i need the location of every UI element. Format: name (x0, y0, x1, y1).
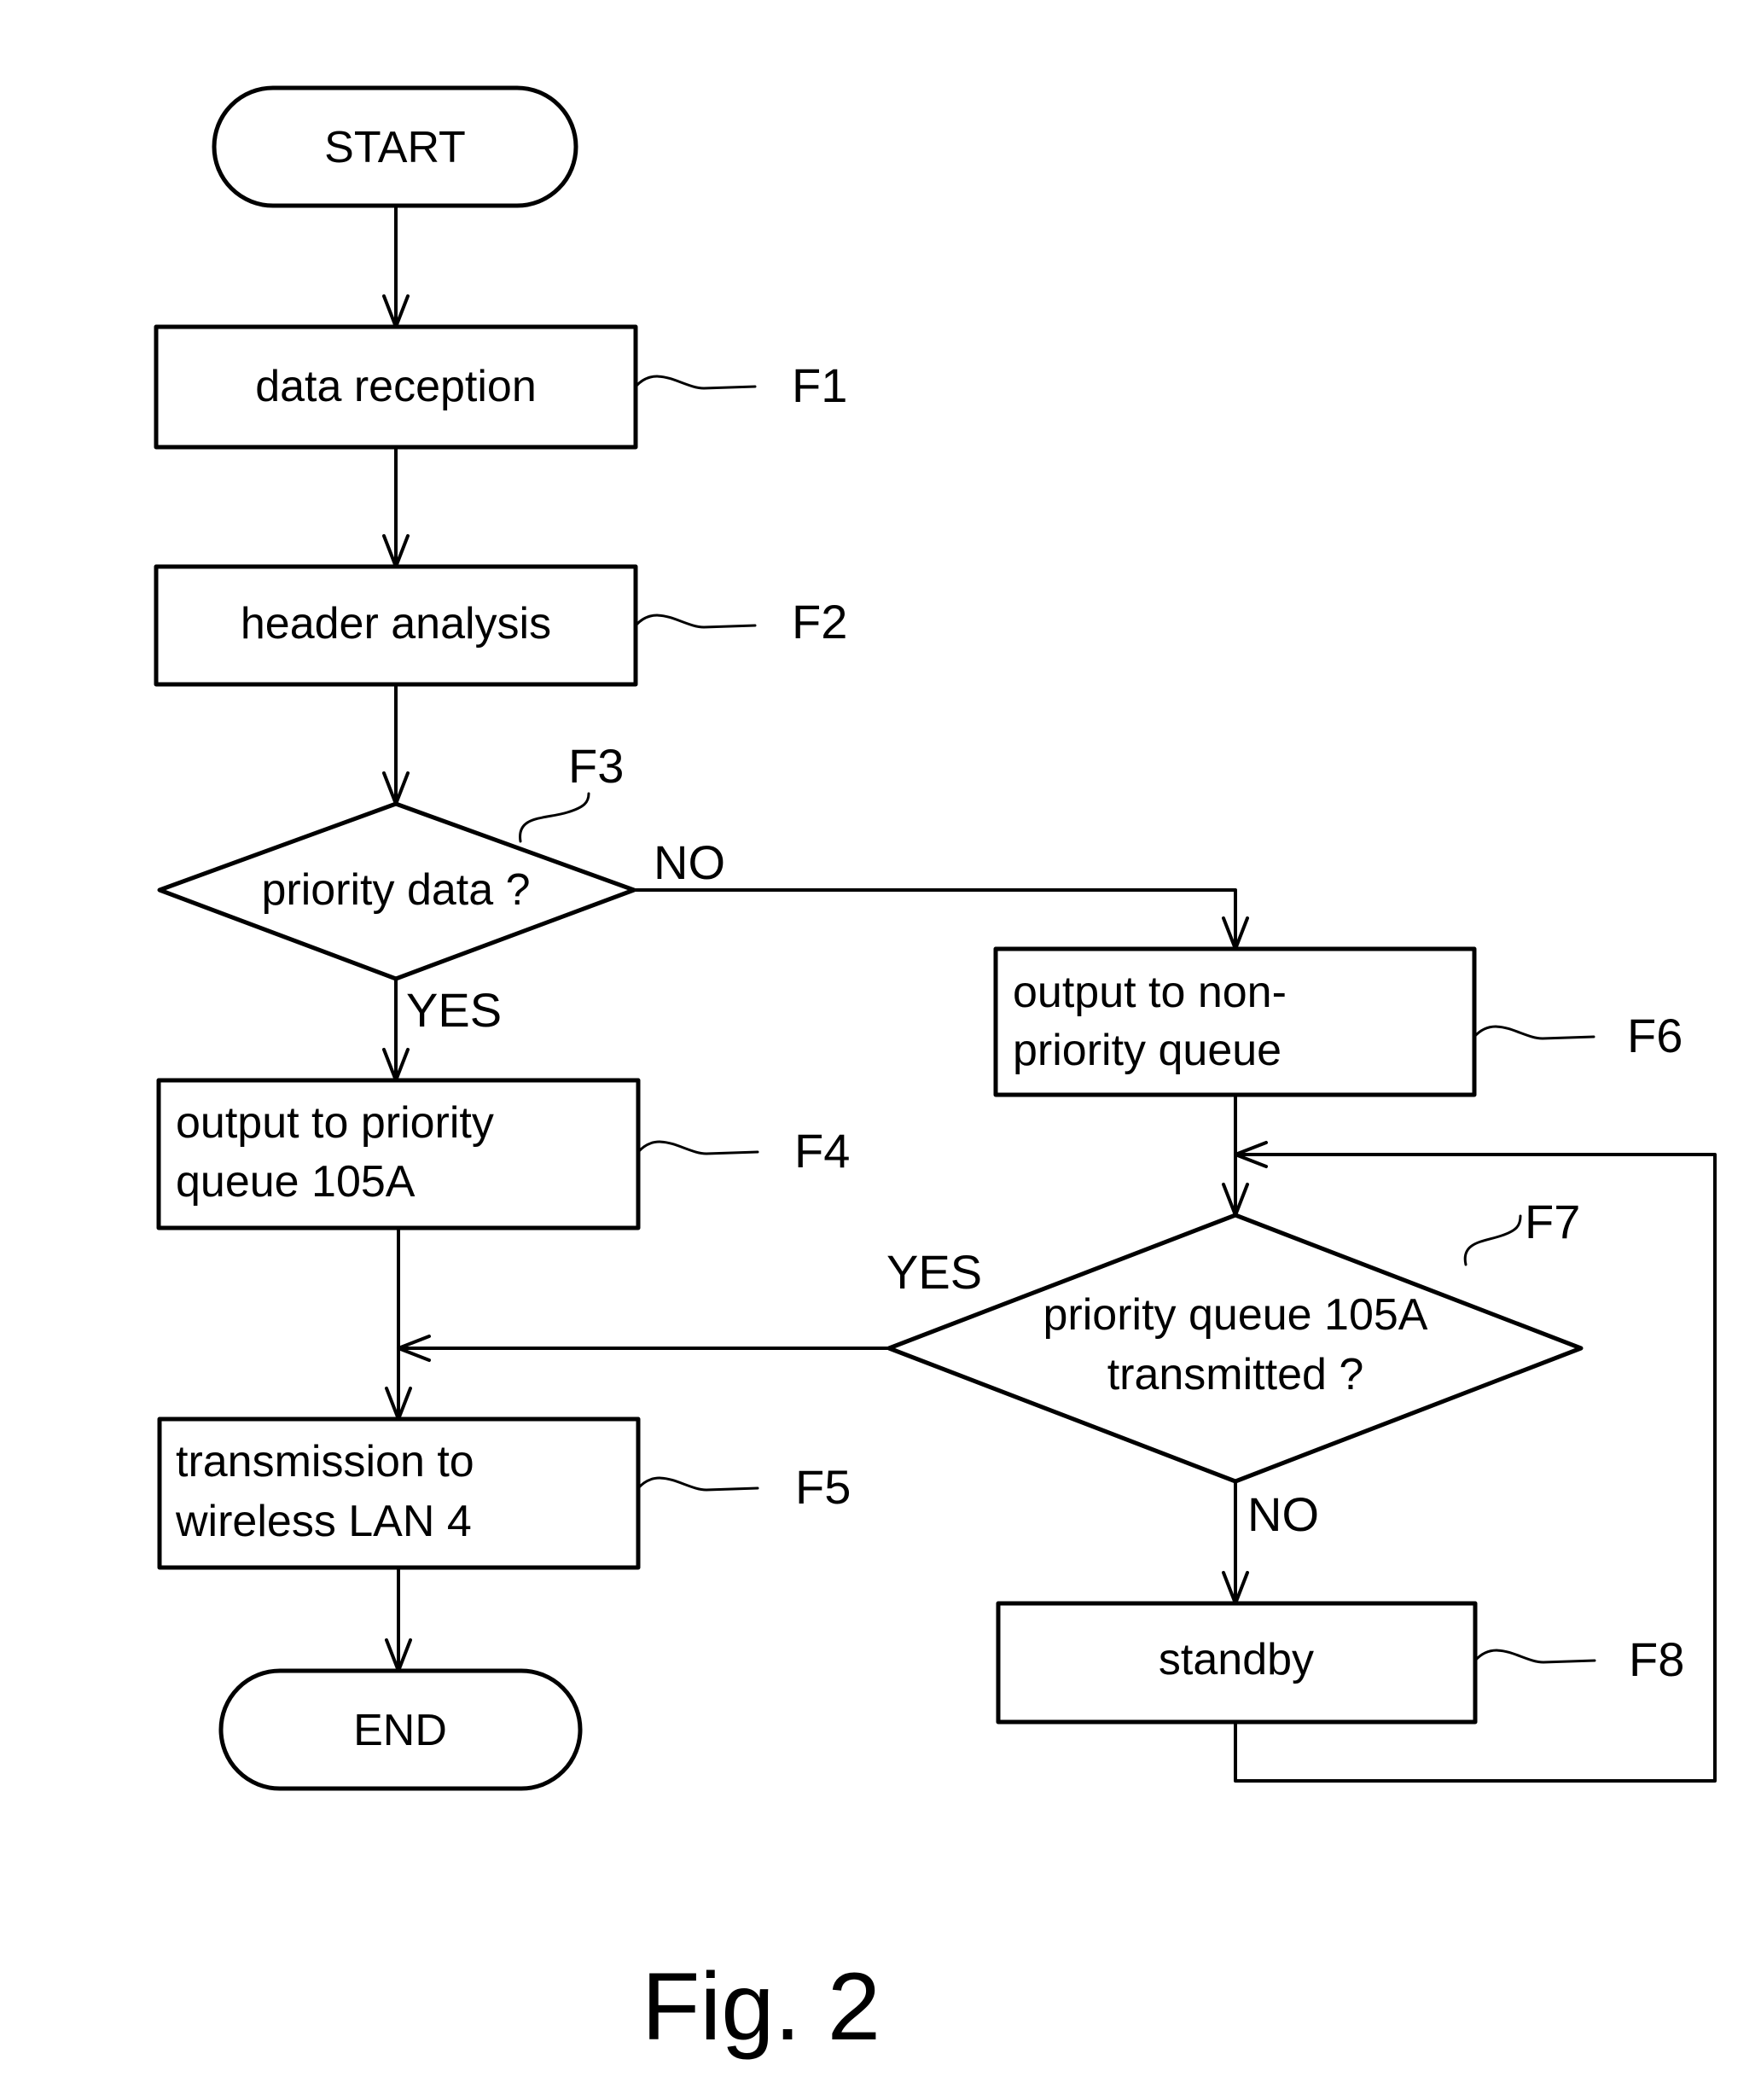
connector-f3-f6 (632, 888, 1237, 951)
ref-f4: F4 (794, 1124, 850, 1178)
ref-f8: F8 (1629, 1632, 1684, 1686)
f7-no-label: NO (1247, 1487, 1319, 1541)
step-f4-text-line1: output to priority (176, 1098, 494, 1148)
leader-f6 (1473, 1025, 1595, 1040)
leader-f7 (1463, 1214, 1522, 1266)
leader-f3 (519, 792, 590, 843)
decision-f7-text-line2: transmitted ? (1107, 1350, 1364, 1399)
ref-f3: F3 (568, 739, 624, 793)
decision-f7-text-line1: priority queue 105A (1043, 1290, 1428, 1340)
flowchart: START END data reception header analysis… (154, 85, 1717, 2060)
ref-f2: F2 (792, 595, 847, 649)
step-f6-text-line2: priority queue (1013, 1026, 1282, 1075)
ref-f1: F1 (792, 358, 847, 412)
leader-f4 (636, 1140, 759, 1155)
start-label: START (324, 123, 466, 172)
ref-f6: F6 (1627, 1009, 1683, 1062)
decision-f3-text: priority data ? (261, 865, 530, 915)
step-f5-text-line2: wireless LAN 4 (175, 1497, 472, 1546)
f3-yes-label: YES (406, 983, 502, 1037)
leader-f2 (634, 614, 757, 629)
end-label: END (353, 1706, 447, 1755)
leader-f5 (636, 1476, 759, 1492)
leader-f8 (1473, 1649, 1596, 1664)
ref-f7: F7 (1525, 1195, 1580, 1248)
step-f5-text-line1: transmission to (176, 1437, 474, 1486)
decision-f7-diamond (886, 1213, 1584, 1484)
f3-no-label: NO (654, 835, 725, 889)
figure-caption: Fig. 2 (642, 1953, 880, 2060)
step-f6-text-line1: output to non- (1013, 968, 1287, 1017)
f7-yes-label: YES (886, 1245, 982, 1299)
ref-f5: F5 (795, 1460, 851, 1514)
step-f2-text: header analysis (241, 599, 551, 649)
leader-f1 (634, 375, 757, 390)
step-f1-text: data reception (255, 362, 537, 411)
step-f8-text: standby (1159, 1635, 1314, 1684)
step-f4-text-line2: queue 105A (176, 1157, 416, 1207)
